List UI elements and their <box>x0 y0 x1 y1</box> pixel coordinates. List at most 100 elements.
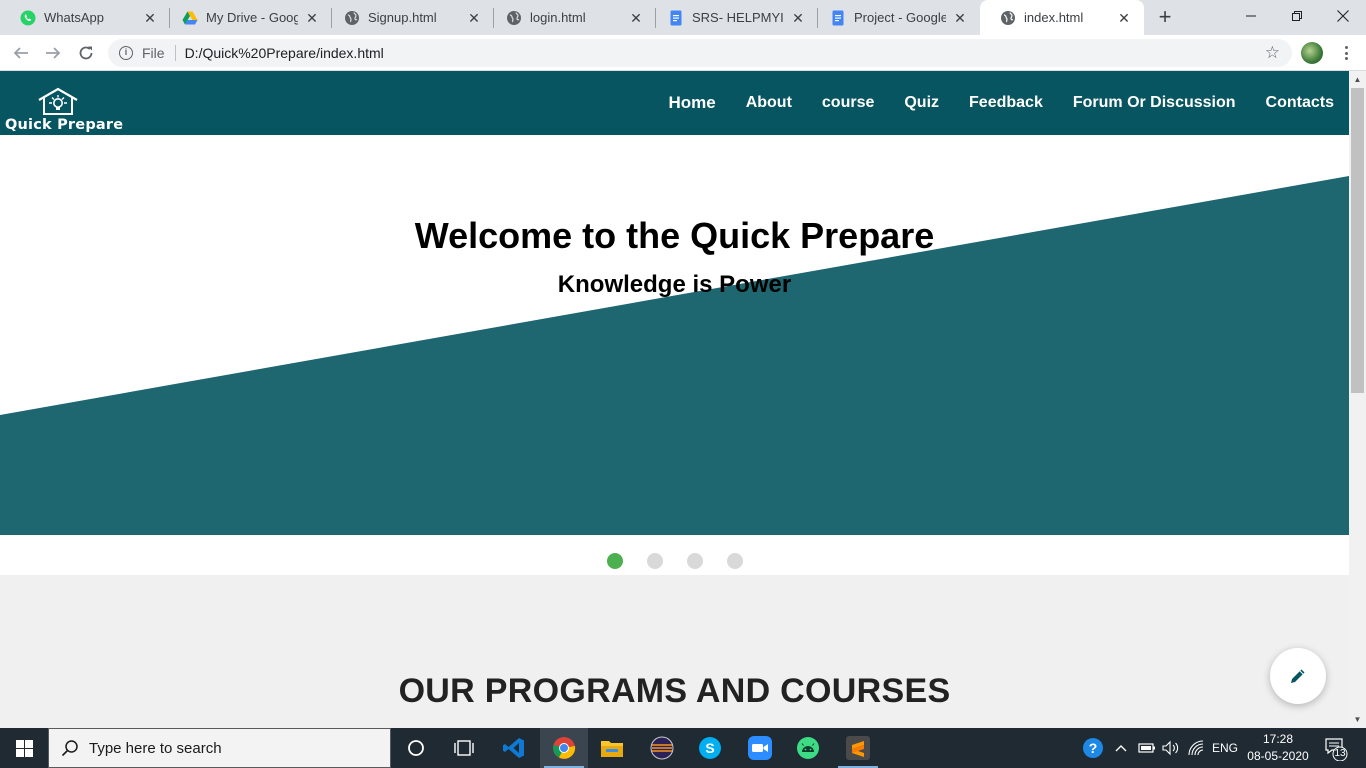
taskbar-search[interactable]: Type here to search <box>48 728 391 768</box>
google-drive-icon <box>182 10 198 26</box>
tab-title: index.html <box>1024 10 1084 25</box>
page-scrollbar[interactable]: ▲ ▼ <box>1349 71 1366 728</box>
slider-dot-3[interactable] <box>687 553 703 569</box>
language-indicator[interactable]: ENG <box>1212 728 1238 768</box>
cortana-icon[interactable] <box>392 728 440 768</box>
taskbar-clock[interactable]: 17:28 08-05-2020 <box>1244 731 1312 765</box>
tab-project-doc[interactable]: Project - Google D ✕ <box>810 0 980 35</box>
scheme-label: File <box>142 45 165 61</box>
volume-icon[interactable] <box>1162 728 1180 768</box>
browser-tab-strip: WhatsApp ✕ My Drive - Google ✕ Signup.ht… <box>0 0 1366 35</box>
close-tab-icon[interactable]: ✕ <box>790 10 806 26</box>
bookmark-star-icon[interactable]: ☆ <box>1265 44 1280 61</box>
sublime-text-icon[interactable] <box>834 728 882 768</box>
slider-dot-1[interactable] <box>607 553 623 569</box>
eclipse-icon[interactable] <box>638 728 686 768</box>
skype-icon[interactable]: S <box>686 728 734 768</box>
tab-whatsapp[interactable]: WhatsApp ✕ <box>0 0 170 35</box>
reload-button[interactable] <box>74 41 98 65</box>
hero-title: Welcome to the Quick Prepare <box>414 215 935 256</box>
close-tab-icon[interactable]: ✕ <box>466 10 482 26</box>
restore-icon <box>1292 11 1302 21</box>
hero-diagonal-band <box>0 176 1349 535</box>
close-tab-icon[interactable]: ✕ <box>1116 10 1132 26</box>
tab-title: login.html <box>530 10 586 25</box>
site-logo[interactable]: Quick Prepare <box>5 85 123 135</box>
close-tab-icon[interactable]: ✕ <box>628 10 644 26</box>
battery-icon[interactable] <box>1138 728 1156 768</box>
profile-avatar[interactable] <box>1301 42 1323 64</box>
notification-center-button[interactable]: 13 <box>1324 728 1350 768</box>
android-studio-icon[interactable] <box>784 728 832 768</box>
task-view-icon[interactable] <box>440 728 488 768</box>
tab-title: SRS- HELPMYINTE <box>692 10 784 25</box>
google-docs-icon <box>668 10 684 26</box>
tab-login[interactable]: login.html ✕ <box>486 0 656 35</box>
clock-date: 08-05-2020 <box>1247 749 1309 763</box>
forward-button[interactable] <box>41 41 65 65</box>
hero-slider: Welcome to the Quick Prepare Knowledge i… <box>0 135 1349 535</box>
nav-course[interactable]: course <box>822 94 874 112</box>
tab-signup[interactable]: Signup.html ✕ <box>324 0 494 35</box>
house-bulb-logo-icon <box>38 87 78 115</box>
chevron-up-icon[interactable] <box>1114 728 1128 768</box>
windows-taskbar: Type here to search S ? ENG 17:28 08-05-… <box>0 728 1366 768</box>
slider-dots <box>0 535 1349 575</box>
hero-subtitle: Knowledge is Power <box>557 271 792 298</box>
tab-my-drive[interactable]: My Drive - Google ✕ <box>162 0 332 35</box>
close-icon <box>1337 10 1349 22</box>
logo-text: Quick Prepare <box>5 117 124 133</box>
forward-arrow-icon <box>46 47 61 59</box>
scroll-down-icon[interactable]: ▼ <box>1349 711 1366 728</box>
zoom-icon[interactable] <box>736 728 784 768</box>
vscode-icon[interactable] <box>490 728 538 768</box>
start-button[interactable] <box>0 728 48 768</box>
close-tab-icon[interactable]: ✕ <box>304 10 320 26</box>
info-icon[interactable]: i <box>119 46 133 60</box>
tab-index-active[interactable]: index.html ✕ <box>980 0 1144 35</box>
nav-forum[interactable]: Forum Or Discussion <box>1073 94 1236 112</box>
new-tab-button[interactable]: + <box>1152 5 1178 31</box>
notification-count: 13 <box>1334 748 1346 759</box>
edit-fab-button[interactable] <box>1270 648 1326 704</box>
tab-title: My Drive - Google <box>206 10 298 25</box>
chrome-icon[interactable] <box>540 728 588 768</box>
page-viewport: Quick Prepare Home About course Quiz Fee… <box>0 71 1349 728</box>
slider-dot-4[interactable] <box>727 553 743 569</box>
address-bar[interactable]: i File D:/Quick%20Prepare/index.html ☆ <box>108 39 1292 67</box>
globe-icon <box>1000 10 1016 26</box>
minimize-icon <box>1246 15 1256 17</box>
slider-dot-2[interactable] <box>647 553 663 569</box>
file-explorer-icon[interactable] <box>588 728 636 768</box>
svg-text:?: ? <box>1089 740 1098 756</box>
nav-home[interactable]: Home <box>668 93 715 113</box>
whatsapp-icon <box>20 10 36 26</box>
nav-feedback[interactable]: Feedback <box>969 94 1043 112</box>
nav-quiz[interactable]: Quiz <box>904 94 939 112</box>
close-window-button[interactable] <box>1320 0 1366 32</box>
url-text[interactable]: D:/Quick%20Prepare/index.html <box>185 45 384 61</box>
back-button[interactable] <box>9 41 33 65</box>
scrollbar-thumb[interactable] <box>1351 88 1364 393</box>
back-arrow-icon <box>13 47 28 59</box>
restore-button[interactable] <box>1274 0 1320 32</box>
browser-menu-icon[interactable] <box>1338 44 1354 62</box>
nav-about[interactable]: About <box>746 94 792 112</box>
minimize-button[interactable] <box>1228 0 1274 32</box>
close-tab-icon[interactable]: ✕ <box>952 10 968 26</box>
windows-logo-icon <box>15 739 33 757</box>
reload-icon <box>79 46 93 60</box>
nav-contacts[interactable]: Contacts <box>1266 94 1334 112</box>
tab-title: Project - Google D <box>854 10 946 25</box>
main-menu: Home About course Quiz Feedback Forum Or… <box>638 71 1334 135</box>
tab-srs-doc[interactable]: SRS- HELPMYINTE ✕ <box>648 0 818 35</box>
wifi-icon[interactable] <box>1187 728 1205 768</box>
close-tab-icon[interactable]: ✕ <box>142 10 158 26</box>
globe-icon <box>506 10 522 26</box>
tab-title: Signup.html <box>368 10 437 25</box>
help-icon[interactable]: ? <box>1082 728 1104 768</box>
globe-icon <box>344 10 360 26</box>
scroll-up-icon[interactable]: ▲ <box>1349 71 1366 88</box>
search-placeholder: Type here to search <box>89 739 222 757</box>
tab-title: WhatsApp <box>44 10 104 25</box>
